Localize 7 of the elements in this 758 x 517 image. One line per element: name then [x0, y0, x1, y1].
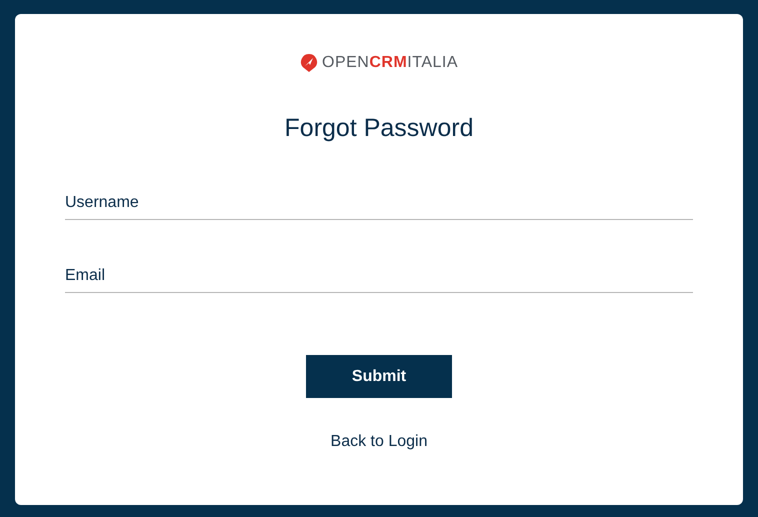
- logo-text: OPENCRMITALIA: [322, 55, 458, 71]
- back-to-login-link[interactable]: Back to Login: [330, 430, 428, 454]
- input-field[interactable]: Username: [65, 181, 693, 220]
- input-field[interactable]: Email: [65, 254, 693, 293]
- page-title: Forgot Password: [284, 116, 474, 141]
- logo-icon: [300, 53, 318, 73]
- submit-button[interactable]: Submit: [306, 355, 452, 398]
